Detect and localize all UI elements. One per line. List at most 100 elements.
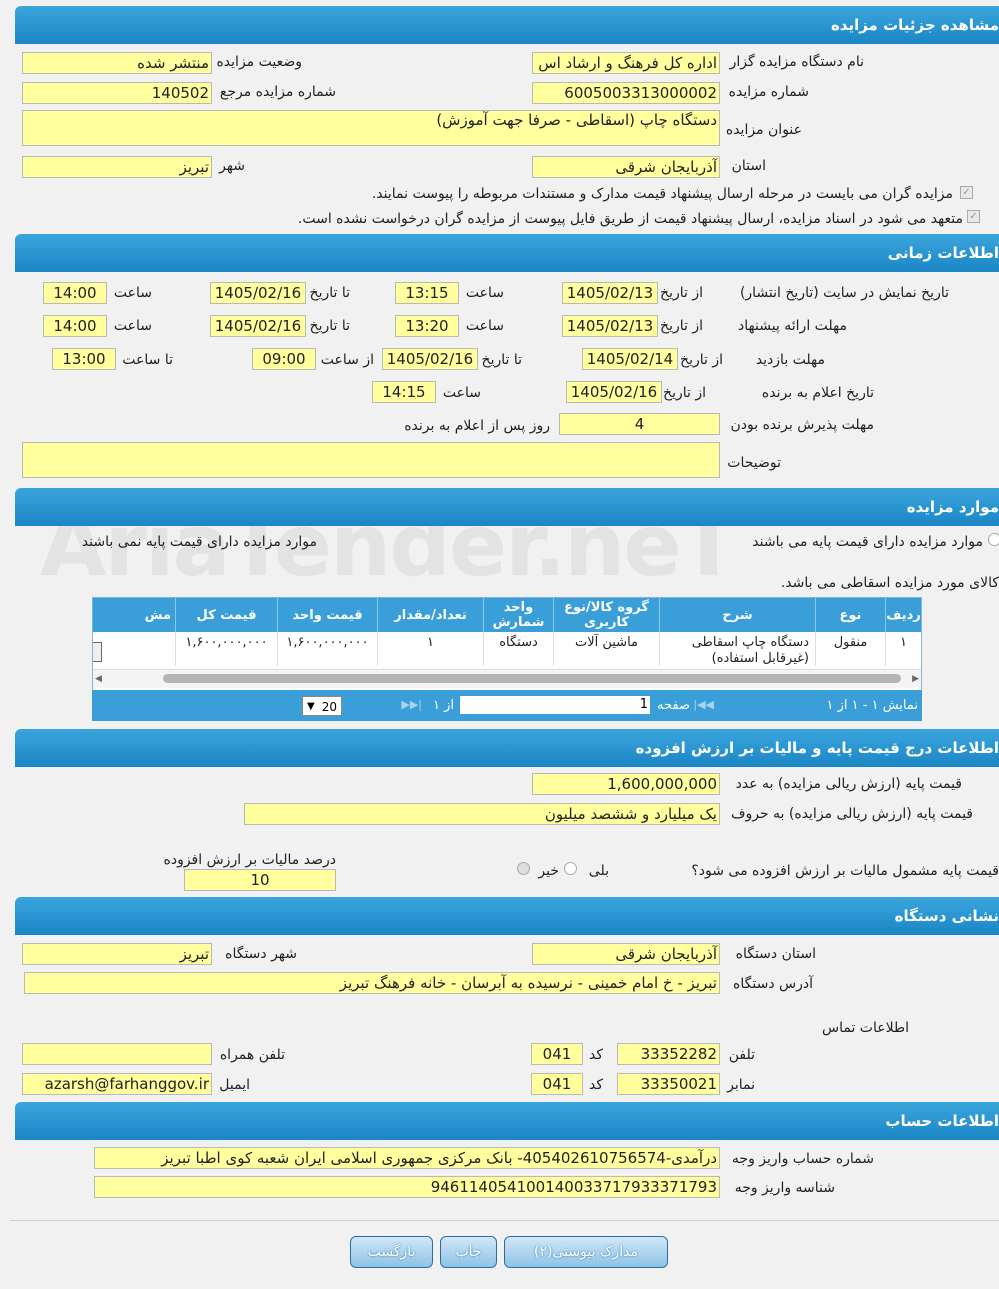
grid-header-type[interactable]: نوع — [815, 598, 885, 632]
description-label: توضیحات — [727, 455, 781, 471]
grid-header-total-price[interactable]: قیمت کل — [175, 598, 277, 632]
grid-header-quantity[interactable]: تعداد/مقدار — [377, 598, 483, 632]
divider — [10, 1220, 999, 1221]
base-price-words-field: یک میلیارد و ششصد میلیون — [244, 803, 720, 825]
time-label: ساعت — [465, 285, 504, 301]
to-time-label: تا ساعت — [122, 352, 173, 368]
grid-row-button[interactable] — [93, 642, 102, 662]
time-label-4: ساعت — [113, 318, 152, 334]
grid-cell-row-no: ۱ — [885, 632, 921, 666]
to-date-label-3: تا تاریخ — [481, 352, 522, 368]
grid-header-group[interactable]: گروه کالا/نوع کاربری — [553, 598, 659, 632]
account-number-field: درآمدی-405402610756574- بانک مرکزی جمهور… — [94, 1147, 720, 1169]
grid-cell-description: دستگاه چاپ اسقاطی (غیرقابل استفاده) — [659, 632, 815, 666]
offer-deadline-label: مهلت ارائه پیشنهاد — [738, 318, 847, 334]
print-button[interactable]: چاپ — [440, 1236, 497, 1268]
vat-yes-radio[interactable] — [564, 862, 577, 875]
vat-percent-label: درصد مالیات بر ارزش افزوده — [163, 852, 337, 868]
city-field: تبریز — [22, 156, 212, 178]
pager-page-input[interactable]: 1 — [460, 696, 650, 714]
phone-code-label: کد — [588, 1047, 603, 1063]
grid-cell-more — [93, 632, 175, 666]
grid-cell-unit: دستگاه — [483, 632, 553, 666]
ref-number-label: شماره مزایده مرجع — [219, 84, 336, 100]
attach-docs-text: مزایده گران می بایست در مرحله ارسال پیشن… — [371, 186, 953, 202]
to-date-label-2: تا تاریخ — [309, 318, 350, 334]
section-header-timing: اطلاعات زمانی — [15, 234, 999, 272]
vat-question: قیمت پایه مشمول مالیات بر ارزش افزوده می… — [691, 863, 999, 879]
attachments-button[interactable]: مدارک پیوستی(۲) — [504, 1236, 668, 1268]
scrap-note: کالای مورد مزایده اسقاطی می باشد. — [780, 575, 999, 591]
pager-first-icon[interactable]: |◀◀ — [693, 698, 714, 711]
back-button[interactable]: بازگشت — [350, 1236, 433, 1268]
scroll-left-arrow-icon[interactable]: ◀ — [95, 674, 102, 684]
radio-with-base-price[interactable] — [988, 533, 999, 546]
pager-display-count: نمایش ۱ - ۱ از ۱ — [826, 698, 919, 713]
base-price-number-field: 1,600,000,000 — [532, 773, 720, 795]
section-header-items: موارد مزایده — [15, 488, 999, 526]
base-price-words-label: قیمت پایه (ارزش ریالی مزایده) به حروف — [730, 806, 973, 822]
attach-docs-checkbox[interactable]: ✓ — [960, 186, 973, 199]
grid-horizontal-scrollbar[interactable]: ◀ ▶ — [93, 669, 921, 688]
phone-field: 33352282 — [617, 1043, 720, 1065]
winner-announce-label: تاریخ اعلام به برنده — [761, 385, 874, 401]
payment-id-label: شناسه واریز وجه — [734, 1180, 835, 1196]
radio-without-base-label: موارد مزایده دارای قیمت پایه نمی باشند — [81, 534, 317, 550]
status-label: وضعیت مزایده — [216, 54, 302, 70]
no-file-request-checkbox[interactable]: ✓ — [967, 210, 980, 223]
no-file-request-text: متعهد می شود در اسناد مزایده، ارسال پیشن… — [297, 211, 963, 227]
scroll-right-arrow-icon[interactable]: ▶ — [912, 674, 919, 684]
pager-page-size-select[interactable]: 20 ▼ — [302, 696, 342, 716]
number-label: شماره مزایده — [728, 84, 809, 100]
offer-to-date: 1405/02/16 — [210, 315, 306, 337]
grid-cell-type: منقول — [815, 632, 885, 666]
contact-info-label: اطلاعات تماس — [822, 1020, 909, 1036]
grid-cell-unit-price: ۱,۶۰۰,۰۰۰,۰۰۰ — [277, 632, 377, 666]
org-city-label: شهر دستگاه — [225, 946, 297, 962]
time-label-5: ساعت — [442, 385, 481, 401]
visit-from-date: 1405/02/14 — [582, 348, 678, 370]
grid-header-unit-price[interactable]: قیمت واحد — [277, 598, 377, 632]
email-label: ایمیل — [219, 1077, 250, 1093]
fax-code-field: 041 — [531, 1073, 583, 1095]
visit-from-time: 09:00 — [252, 348, 316, 370]
scroll-thumb[interactable] — [163, 674, 901, 683]
publish-date-label: تاریخ نمایش در سایت (تاریخ انتشار) — [739, 285, 949, 301]
section-header-details: مشاهده جزئیات مزایده — [15, 6, 999, 44]
grid-header-row-no[interactable]: ردیف — [885, 598, 921, 632]
org-province-label: استان دستگاه — [735, 946, 816, 962]
mobile-label: تلفن همراه — [219, 1047, 285, 1063]
phone-code-field: 041 — [531, 1043, 583, 1065]
section-header-account: اطلاعات حساب — [15, 1102, 999, 1140]
grid-header-unit[interactable]: واحد شمارش — [483, 598, 553, 632]
acceptance-deadline-label: مهلت پذیرش برنده بودن — [730, 417, 875, 433]
org-label: نام دستگاه مزایده گزار — [729, 54, 864, 70]
phone-label: تلفن — [728, 1047, 755, 1063]
vat-no-radio[interactable] — [517, 862, 530, 875]
visit-to-date: 1405/02/16 — [382, 348, 478, 370]
publish-to-time: 14:00 — [43, 282, 107, 304]
pager-last-icon[interactable]: ▶▶| — [401, 698, 422, 711]
pager-of-label: از ۱ — [432, 698, 454, 713]
ref-number-field: 140502 — [22, 82, 212, 104]
chevron-down-icon: ▼ — [307, 701, 315, 712]
from-date-label-2: از تاریخ — [660, 318, 703, 334]
from-date-label-3: از تاریخ — [680, 352, 723, 368]
grid-header-more[interactable]: مش — [93, 598, 175, 632]
pager-page-label: صفحه — [657, 698, 690, 713]
grid-header-description[interactable]: شرح — [659, 598, 815, 632]
grid-cell-total-price: ۱,۶۰۰,۰۰۰,۰۰۰ — [175, 632, 277, 666]
vat-percent-field: 10 — [184, 869, 336, 891]
org-province-field: آذربایجان شرقی — [532, 943, 720, 965]
visit-to-time: 13:00 — [52, 348, 116, 370]
province-field: آذربایجان شرقی — [532, 156, 720, 178]
publish-to-date: 1405/02/16 — [210, 282, 306, 304]
org-city-field: تبریز — [22, 943, 212, 965]
announce-date: 1405/02/16 — [566, 381, 662, 403]
time-label-2: ساعت — [113, 285, 152, 301]
grid-cell-group: ماشین آلات — [553, 632, 659, 666]
province-label: استان — [731, 158, 766, 174]
from-time-label: از ساعت — [320, 352, 374, 368]
city-label: شهر — [219, 158, 245, 174]
email-field: azarsh@farhanggov.ir — [22, 1073, 212, 1095]
